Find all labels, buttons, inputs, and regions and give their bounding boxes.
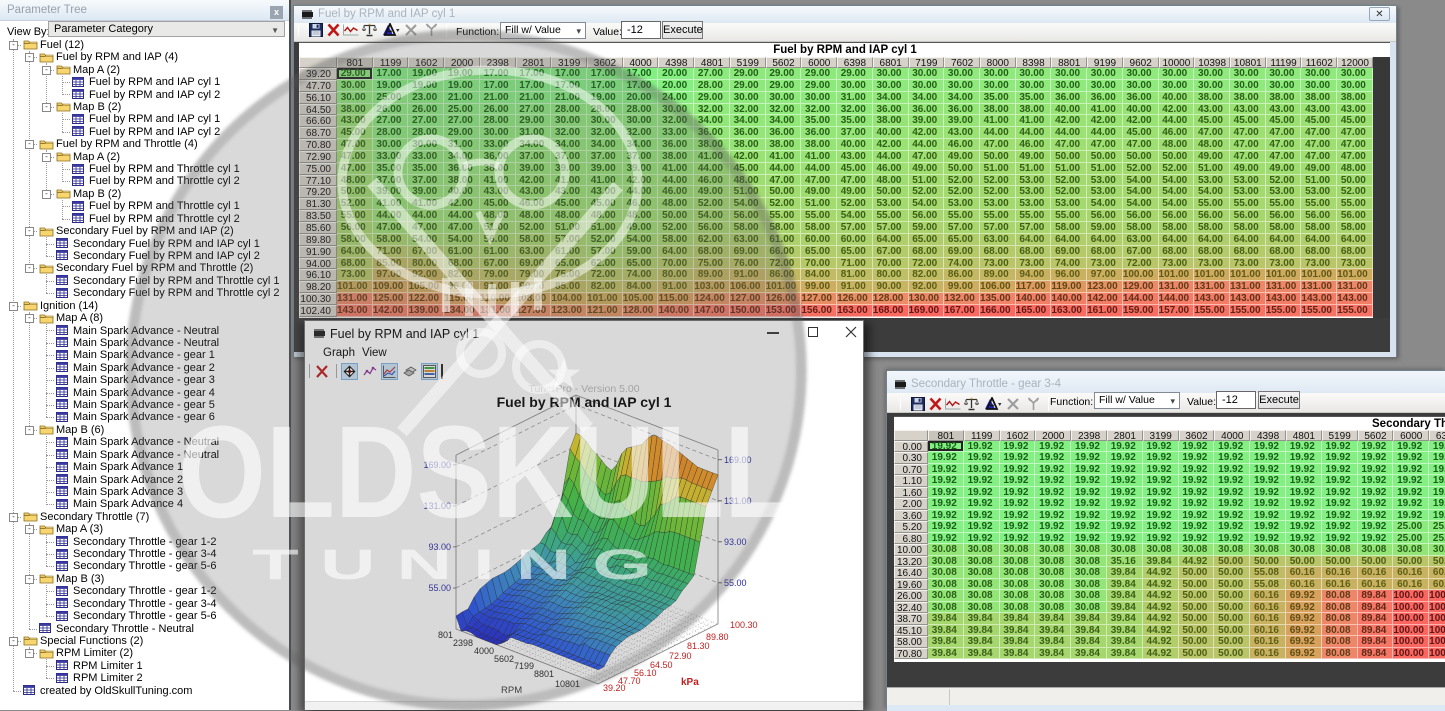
svg-text:81.30: 81.30 xyxy=(687,641,710,651)
svg-text:5602: 5602 xyxy=(494,654,514,664)
svg-text:89.80: 89.80 xyxy=(706,632,729,642)
svg-text:131.00: 131.00 xyxy=(724,496,752,506)
svg-text:131.00: 131.00 xyxy=(423,501,451,511)
svg-text:801: 801 xyxy=(438,630,453,640)
svg-text:93.00: 93.00 xyxy=(724,537,747,547)
svg-text:7199: 7199 xyxy=(514,661,534,671)
svg-text:169.00: 169.00 xyxy=(724,455,752,465)
svg-text:RPM: RPM xyxy=(501,685,522,696)
svg-text:8801: 8801 xyxy=(534,669,554,679)
svg-text:169.00: 169.00 xyxy=(423,460,451,470)
svg-text:2398: 2398 xyxy=(453,638,473,648)
svg-text:100.30: 100.30 xyxy=(730,620,758,630)
svg-text:4000: 4000 xyxy=(474,646,494,656)
svg-text:55.00: 55.00 xyxy=(724,578,747,588)
svg-text:55.00: 55.00 xyxy=(428,583,451,593)
svg-text:93.00: 93.00 xyxy=(428,542,451,552)
svg-text:72.90: 72.90 xyxy=(669,651,692,661)
svg-text:64.50: 64.50 xyxy=(650,660,673,670)
svg-text:10801: 10801 xyxy=(555,679,580,689)
svg-text:kPa: kPa xyxy=(681,677,699,688)
